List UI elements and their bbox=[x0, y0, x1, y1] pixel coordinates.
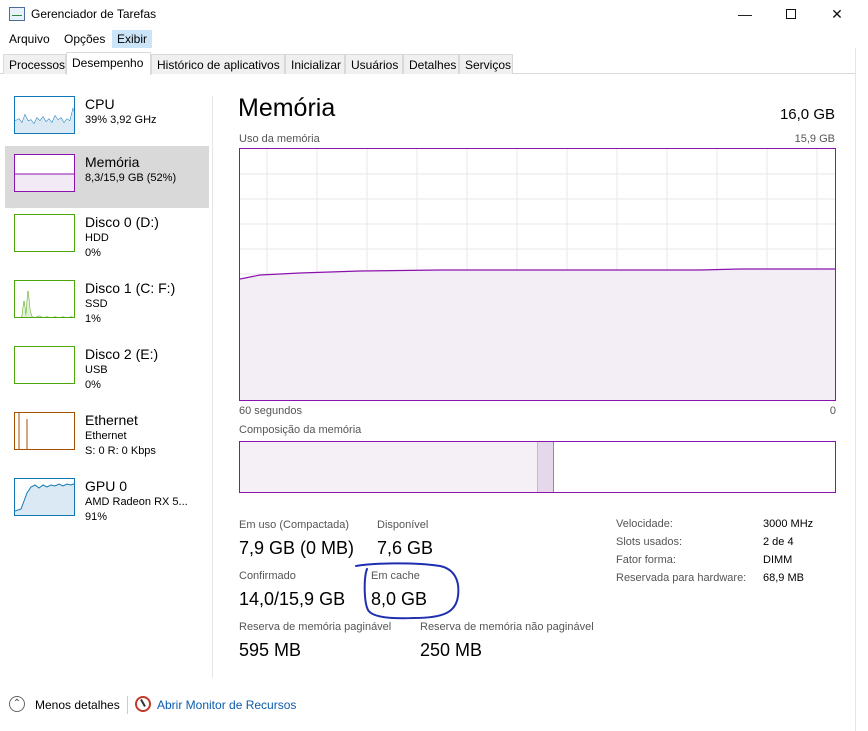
sidebar-ethernet-throughput: S: 0 R: 0 Kbps bbox=[85, 445, 156, 457]
gpu-thumbnail bbox=[14, 478, 75, 516]
sidebar-gpu-usage: 91% bbox=[85, 511, 108, 523]
composition-modified bbox=[538, 442, 554, 492]
disk0-thumbnail bbox=[14, 214, 75, 252]
resource-monitor-icon[interactable] bbox=[135, 696, 151, 712]
memory-thumbnail bbox=[14, 154, 75, 192]
less-details-link[interactable]: Menos detalhes bbox=[35, 698, 120, 712]
tab-processos[interactable]: Processos bbox=[3, 54, 66, 74]
paged-pool-value: 595 MB bbox=[239, 640, 302, 660]
in-use-value: 7,9 GB (0 MB) bbox=[239, 538, 355, 558]
tab-strip: Processos Desempenho Histórico de aplica… bbox=[0, 52, 855, 75]
disk1-thumbnail bbox=[14, 280, 75, 318]
ethernet-thumbnail bbox=[14, 412, 75, 450]
nonpaged-pool-label: Reserva de memória não paginável bbox=[420, 621, 594, 633]
memory-composition-bar[interactable] bbox=[239, 441, 836, 493]
tab-usuarios[interactable]: Usuários bbox=[345, 54, 403, 74]
window-title: Gerenciador de Tarefas bbox=[31, 7, 157, 21]
sidebar-gpu-model: AMD Radeon RX 5... bbox=[85, 496, 188, 508]
committed-label: Confirmado bbox=[239, 570, 296, 582]
title-bar: Gerenciador de Tarefas — ✕ bbox=[0, 0, 868, 28]
close-button[interactable]: ✕ bbox=[814, 0, 860, 28]
sidebar-memoria-detail: 8,3/15,9 GB (52%) bbox=[85, 172, 177, 184]
footer-separator bbox=[127, 696, 128, 714]
menu-opcoes[interactable]: Opções bbox=[59, 30, 110, 48]
task-manager-icon bbox=[9, 7, 25, 21]
paged-pool-label: Reserva de memória paginável bbox=[239, 621, 392, 633]
sidebar-cpu-name: CPU bbox=[85, 96, 115, 112]
spec-speed-value: 3000 MHz bbox=[763, 518, 814, 530]
spec-form-value: DIMM bbox=[763, 554, 793, 566]
spec-slots-value: 2 de 4 bbox=[763, 536, 794, 548]
in-use-label: Em uso (Compactada) bbox=[239, 519, 350, 531]
sidebar-disco1-usage: 1% bbox=[85, 313, 101, 325]
minimize-button[interactable]: — bbox=[722, 0, 768, 28]
sidebar-disco0-type: HDD bbox=[85, 232, 109, 244]
spec-reserved-value: 68,9 MB bbox=[763, 572, 804, 584]
committed-value: 14,0/15,9 GB bbox=[239, 589, 346, 609]
spec-speed-label: Velocidade: bbox=[616, 518, 673, 530]
sidebar-divider bbox=[212, 96, 213, 678]
composition-label: Composição da memória bbox=[239, 424, 362, 436]
sidebar-disco2-type: USB bbox=[85, 364, 108, 376]
sidebar-ethernet-type: Ethernet bbox=[85, 430, 127, 442]
tab-servicos[interactable]: Serviços bbox=[459, 54, 513, 74]
spec-slots-label: Slots usados: bbox=[616, 536, 683, 548]
hand-drawn-circle-annotation bbox=[355, 562, 460, 620]
nonpaged-pool-value: 250 MB bbox=[420, 640, 483, 660]
sidebar-item-disco-1[interactable]: Disco 1 (C: F:) SSD 1% bbox=[5, 272, 209, 334]
sidebar-item-memoria[interactable]: Memória 8,3/15,9 GB (52%) bbox=[5, 146, 209, 208]
available-value: 7,6 GB bbox=[377, 538, 434, 558]
sidebar-disco1-name: Disco 1 (C: F:) bbox=[85, 280, 176, 296]
sidebar-item-gpu[interactable]: GPU 0 AMD Radeon RX 5... 91% bbox=[5, 470, 209, 532]
menu-exibir[interactable]: Exibir bbox=[112, 30, 153, 48]
usage-graph-label: Uso da memória bbox=[239, 133, 320, 145]
disk2-thumbnail bbox=[14, 346, 75, 384]
sidebar-gpu-name: GPU 0 bbox=[85, 478, 128, 494]
menu-arquivo[interactable]: Arquivo bbox=[4, 30, 55, 48]
composition-in-use bbox=[240, 442, 538, 492]
sidebar-disco0-usage: 0% bbox=[85, 247, 101, 259]
menu-bar: Arquivo Opções Exibir bbox=[0, 28, 868, 48]
performance-sidebar: CPU 39% 3,92 GHz Memória 8,3/15,9 GB (52… bbox=[0, 88, 212, 678]
maximize-button[interactable] bbox=[768, 0, 814, 28]
memory-total: 16,0 GB bbox=[779, 106, 835, 123]
chevron-up-icon[interactable]: ⌃ bbox=[9, 696, 25, 712]
page-title: Memória bbox=[238, 94, 336, 122]
sidebar-item-ethernet[interactable]: Ethernet Ethernet S: 0 R: 0 Kbps bbox=[5, 404, 209, 466]
tab-historico[interactable]: Histórico de aplicativos bbox=[151, 54, 285, 74]
tab-detalhes[interactable]: Detalhes bbox=[403, 54, 459, 74]
tab-inicializar[interactable]: Inicializar bbox=[285, 54, 345, 74]
memory-usage-graph bbox=[239, 148, 836, 401]
sidebar-item-cpu[interactable]: CPU 39% 3,92 GHz bbox=[5, 88, 209, 150]
sidebar-memoria-name: Memória bbox=[85, 154, 140, 170]
sidebar-disco1-type: SSD bbox=[85, 298, 108, 310]
sidebar-disco2-usage: 0% bbox=[85, 379, 101, 391]
graph-time-end: 0 bbox=[829, 405, 836, 417]
open-resource-monitor-link[interactable]: Abrir Monitor de Recursos bbox=[157, 698, 296, 712]
footer: ⌃ Menos detalhes Abrir Monitor de Recurs… bbox=[0, 690, 868, 720]
sidebar-disco0-name: Disco 0 (D:) bbox=[85, 214, 159, 230]
usage-graph-max: 15,9 GB bbox=[794, 133, 835, 145]
maximize-icon bbox=[786, 9, 796, 19]
cpu-thumbnail bbox=[14, 96, 75, 134]
graph-time-label: 60 segundos bbox=[239, 405, 302, 417]
available-label: Disponível bbox=[377, 519, 429, 531]
window-right-edge bbox=[855, 48, 868, 731]
tab-desempenho[interactable]: Desempenho bbox=[66, 52, 151, 75]
sidebar-item-disco-0[interactable]: Disco 0 (D:) HDD 0% bbox=[5, 206, 209, 268]
sidebar-item-disco-2[interactable]: Disco 2 (E:) USB 0% bbox=[5, 338, 209, 400]
sidebar-ethernet-name: Ethernet bbox=[85, 412, 138, 428]
spec-reserved-label: Reservada para hardware: bbox=[616, 572, 747, 584]
sidebar-cpu-detail: 39% 3,92 GHz bbox=[85, 114, 157, 126]
spec-form-label: Fator forma: bbox=[616, 554, 676, 566]
sidebar-disco2-name: Disco 2 (E:) bbox=[85, 346, 159, 362]
